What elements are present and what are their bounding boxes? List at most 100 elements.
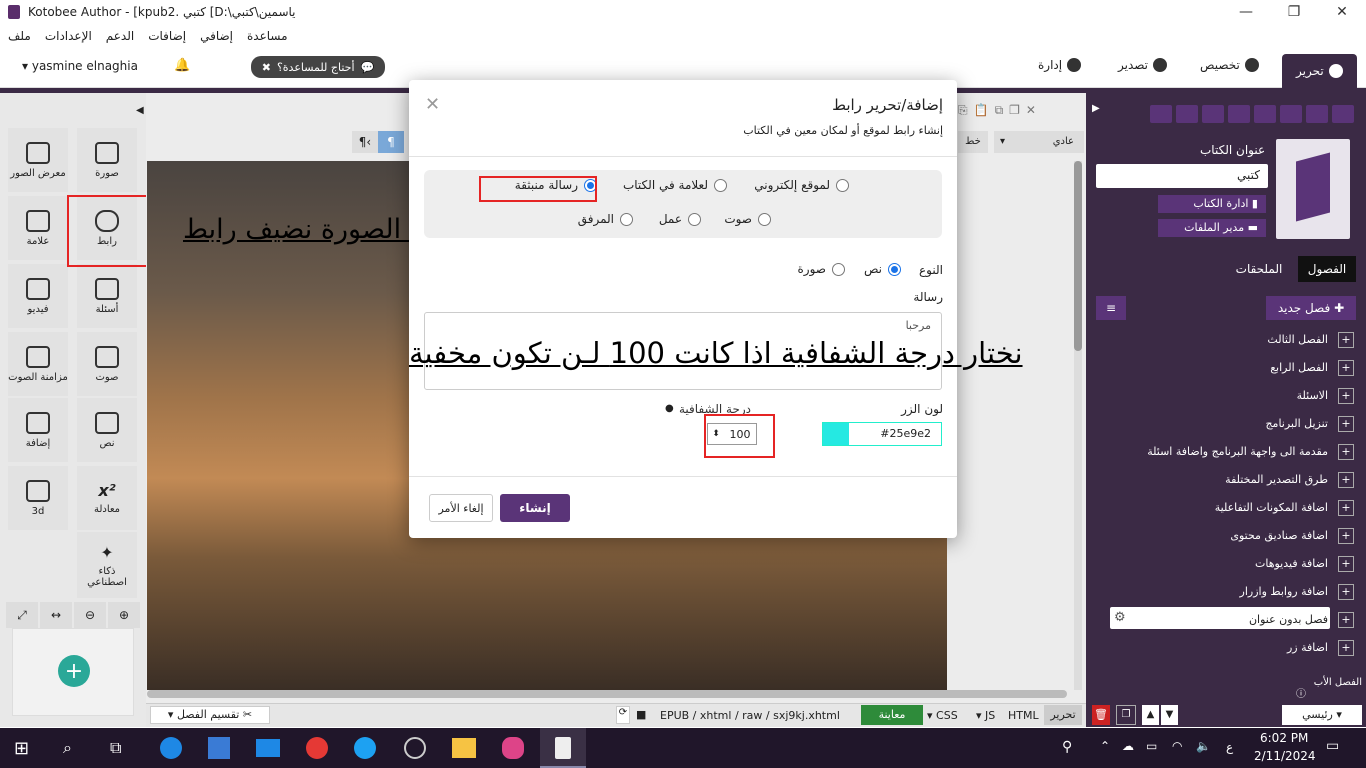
radio-bookmark[interactable]: لعلامة في الكتاب: [623, 178, 727, 192]
language-indicator[interactable]: ع: [1226, 740, 1233, 754]
maximize-button[interactable]: ❐: [1270, 0, 1318, 24]
tool-questions[interactable]: أسئلة: [77, 264, 137, 328]
chapter-item[interactable]: طرق التصدير المختلفة +: [1096, 471, 1354, 491]
close-help-icon[interactable]: ✖: [262, 61, 271, 74]
radio-audio-circle[interactable]: [758, 212, 771, 226]
manage-book-button[interactable]: ادارة الكتاب ▮: [1158, 195, 1266, 213]
mail-icon[interactable]: [256, 739, 280, 757]
menu-help[interactable]: مساعدة: [247, 29, 288, 43]
tool-equation[interactable]: x² معادلة: [77, 466, 137, 530]
radio-action-circle[interactable]: [688, 212, 701, 226]
css-tab[interactable]: ▾ CSS: [927, 709, 958, 722]
radio-kind-image-circle[interactable]: [832, 262, 845, 276]
paint-icon[interactable]: [502, 737, 524, 759]
tool-gallery[interactable]: معرض الصور: [8, 128, 68, 192]
fit-icon[interactable]: ⤢: [6, 602, 38, 628]
tab-edit[interactable]: تحرير: [1282, 54, 1357, 88]
chapter-item[interactable]: تنزيل البرنامج +: [1096, 415, 1354, 435]
tray-arrow-icon[interactable]: ⌃: [1100, 739, 1110, 753]
chapter-item[interactable]: اضافة روابط وازرار +: [1096, 583, 1354, 603]
expand-chapter-plus-icon[interactable]: +: [1338, 444, 1354, 460]
chapter-item[interactable]: مقدمة الى واجهة البرنامج واضافة اسئلة +: [1096, 443, 1354, 463]
resize-icon[interactable]: ↔: [40, 602, 72, 628]
tab-chapters[interactable]: الفصول: [1298, 256, 1356, 282]
kotobee-taskbar-button[interactable]: [540, 728, 586, 768]
tool-ai[interactable]: ✦ ذكاء اصطناعي: [77, 532, 137, 598]
chapter-item[interactable]: الفصل الثالث +: [1096, 331, 1354, 351]
tab-customize[interactable]: تخصيص: [1200, 58, 1259, 72]
notifications-icon[interactable]: ▭: [1326, 738, 1339, 754]
menu-support[interactable]: الدعم: [106, 29, 134, 43]
new-chapter-button[interactable]: فصل جديد ✚: [1266, 296, 1356, 320]
ltr-paragraph-icon[interactable]: ¶: [378, 131, 404, 153]
chapter-item[interactable]: الاسئلة +: [1096, 387, 1354, 407]
radio-kind-text[interactable]: نص: [864, 262, 901, 276]
cloud-icon[interactable]: ☁: [1122, 739, 1134, 753]
expand-chapter-plus-icon[interactable]: +: [1338, 640, 1354, 656]
menu-settings[interactable]: الإعدادات: [45, 29, 92, 43]
info-circle-icon[interactable]: ●: [665, 403, 674, 414]
menu-list-icon[interactable]: ≡: [1096, 296, 1126, 320]
tool-widget[interactable]: إضافة: [8, 398, 68, 462]
task-view-icon[interactable]: ⧉: [110, 738, 121, 758]
clock-time[interactable]: 6:02 PM: [1260, 731, 1308, 745]
font-select[interactable]: خط: [958, 131, 988, 153]
tool-text[interactable]: نص: [77, 398, 137, 462]
expand-chapter-plus-icon[interactable]: +: [1338, 332, 1354, 348]
help-button[interactable]: ✖ أحتاج للمساعدة؟ 💬: [251, 56, 385, 78]
search-icon[interactable]: ⌕: [63, 738, 72, 758]
book-cover[interactable]: [1276, 139, 1350, 239]
collapse-arrow-icon[interactable]: ◀: [136, 105, 144, 116]
expand-chapter-plus-icon[interactable]: +: [1338, 472, 1354, 488]
edge-dev-icon[interactable]: [354, 737, 376, 759]
delete-element-icon[interactable]: ✕: [1026, 103, 1036, 123]
copy-icon[interactable]: ⎘: [958, 103, 968, 123]
store-icon[interactable]: [208, 737, 230, 759]
file-explorer-icon[interactable]: [452, 738, 476, 758]
duplicate-icon[interactable]: ⧉: [995, 103, 1004, 123]
radio-kind-image[interactable]: صورة: [798, 262, 845, 276]
wifi-icon[interactable]: ◠: [1172, 739, 1182, 753]
radio-audio[interactable]: صوت: [724, 212, 771, 226]
chapter-item[interactable]: اضافة فيديوهات +: [1096, 555, 1354, 575]
move-up-icon[interactable]: ▲: [1142, 705, 1159, 725]
add-plus-icon[interactable]: +: [58, 655, 90, 687]
button-color-input[interactable]: #25e9e2: [822, 422, 942, 446]
save-icon[interactable]: [1202, 105, 1224, 123]
rtl-paragraph-icon[interactable]: ¶‹: [352, 131, 378, 153]
chapter-item[interactable]: اضافة زر +: [1096, 639, 1354, 659]
tab-attachments[interactable]: الملحقات: [1226, 256, 1292, 282]
tab-export[interactable]: تصدير: [1118, 58, 1168, 72]
radio-attachment[interactable]: المرفق: [578, 212, 633, 226]
split-chapter-select[interactable]: ▾ تقسيم الفصل ✂: [150, 706, 270, 724]
folder-icon[interactable]: [1150, 105, 1172, 123]
paragraph-style-select[interactable]: ▾ عادي: [994, 131, 1084, 153]
delete-chapter-icon[interactable]: 🗑: [1092, 705, 1110, 725]
tool-audio-sync[interactable]: مزامنة الصوت: [8, 332, 68, 396]
menu-extra[interactable]: إضافي: [200, 29, 233, 43]
zoom-out-icon[interactable]: ⊖: [74, 602, 106, 628]
expand-chapter-plus-icon[interactable]: +: [1338, 528, 1354, 544]
volume-icon[interactable]: 🔈: [1196, 739, 1211, 753]
radio-attachment-circle[interactable]: [620, 212, 633, 226]
chrome-icon[interactable]: [306, 737, 328, 759]
windows-start-icon[interactable]: ⊞: [14, 738, 29, 759]
expand-chapter-plus-icon[interactable]: +: [1338, 416, 1354, 432]
preview-button[interactable]: معاينة: [861, 705, 923, 725]
expand-chapter-plus-icon[interactable]: +: [1338, 612, 1354, 628]
file-manager-button[interactable]: مدير الملفات ▬: [1158, 219, 1266, 237]
network-icon[interactable]: ▭: [1146, 739, 1157, 753]
tab-manage[interactable]: إدارة: [1038, 58, 1082, 72]
web-icon[interactable]: [1332, 105, 1354, 123]
clock-date[interactable]: 2/11/2024: [1254, 749, 1316, 763]
close-dialog-icon[interactable]: ✕: [425, 94, 440, 115]
expand-chapter-plus-icon[interactable]: +: [1338, 500, 1354, 516]
pdf-icon[interactable]: [1254, 105, 1276, 123]
paste-icon[interactable]: 📋: [974, 103, 989, 123]
tool-3d[interactable]: 3d: [8, 466, 68, 530]
scroll-thumb[interactable]: [1074, 161, 1082, 351]
book-title-input[interactable]: كتبي: [1096, 164, 1268, 188]
tool-video[interactable]: فيديو: [8, 264, 68, 328]
radio-website-circle[interactable]: [836, 178, 849, 192]
chapter-item[interactable]: اضافة المكونات التفاعلية +: [1096, 499, 1354, 519]
